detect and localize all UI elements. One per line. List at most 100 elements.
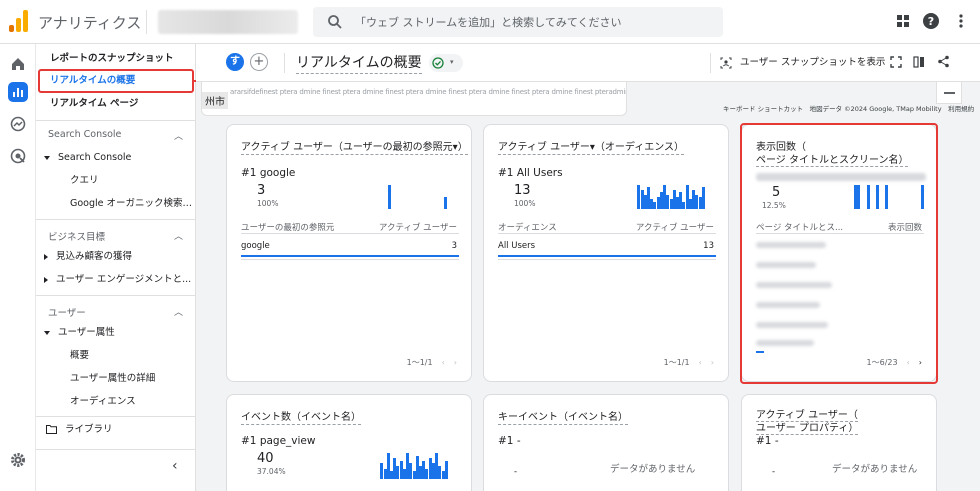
- settings-gear-icon[interactable]: [8, 450, 28, 470]
- chevron-up-icon[interactable]: ︿: [174, 229, 183, 242]
- sparkline-chart: [560, 185, 705, 209]
- nav-item-search-console[interactable]: Search Console: [36, 148, 194, 168]
- sparkline-bar: [444, 460, 448, 479]
- reports-icon[interactable]: [8, 82, 28, 102]
- collapse-nav-chevron-icon[interactable]: ‹: [172, 458, 178, 474]
- divider: [710, 53, 711, 73]
- nav-item-query[interactable]: クエリ: [36, 171, 194, 191]
- row-value: 3: [451, 241, 457, 251]
- account-selector[interactable]: [158, 10, 298, 34]
- map-city-label: 州市: [202, 92, 228, 109]
- search-input[interactable]: [355, 12, 715, 32]
- nav-item-user-attributes[interactable]: ユーザー属性: [36, 323, 194, 343]
- share-icon[interactable]: [937, 55, 950, 68]
- compare-columns-icon[interactable]: [913, 56, 925, 68]
- pagination-label: 1〜1/1: [406, 358, 433, 367]
- nav-item-label: ユーザー エンゲージメントと...: [56, 274, 192, 285]
- divider: [241, 233, 459, 234]
- comparison-avatar[interactable]: す: [226, 53, 244, 71]
- report-header: す + リアルタイムの概要 ▾ ユーザー スナップショットを表示: [196, 44, 980, 82]
- nav-item-library[interactable]: ライブラリ: [36, 420, 194, 440]
- pagination: 1〜1/1 ‹ ›: [664, 357, 714, 368]
- top-percent: 37.04%: [257, 467, 286, 476]
- sparkline-chart: [303, 185, 448, 209]
- nav-group-business[interactable]: ビジネス目標: [48, 229, 105, 243]
- prev-page-icon[interactable]: ‹: [442, 358, 445, 367]
- divider: [36, 295, 196, 296]
- divider: [284, 53, 285, 73]
- explore-icon[interactable]: [8, 114, 28, 134]
- user-snapshot-label: ユーザー スナップショットを表示: [740, 57, 886, 68]
- sparkline-bar: [444, 197, 448, 209]
- person-snapshot-icon: [720, 57, 732, 68]
- nav-item-google-organic[interactable]: Google オーガニック検索レ...: [36, 194, 194, 214]
- search-box[interactable]: [313, 7, 723, 37]
- nav-item-snapshot[interactable]: レポートのスナップショット: [36, 49, 194, 69]
- card-title[interactable]: アクティブ ユーザー（ユーザーの最初の参照元▾）: [241, 141, 468, 155]
- left-rail: [0, 44, 36, 491]
- map-overlay-text: ararsifdefinest ptera dmine finest ptera…: [230, 88, 626, 96]
- nav-item-audience[interactable]: オーディエンス: [36, 392, 194, 412]
- nav-item-label: ライブラリ: [65, 424, 113, 435]
- nav-group-user[interactable]: ユーザー: [48, 305, 86, 319]
- sparkline-chart: [303, 453, 448, 479]
- help-icon[interactable]: ?: [922, 12, 940, 30]
- folder-icon: [46, 425, 57, 434]
- nav-item-user-attr-detail[interactable]: ユーザー属性の詳細: [36, 369, 194, 389]
- add-comparison-button[interactable]: +: [250, 53, 268, 71]
- card-title[interactable]: イベント数（イベント名）: [241, 411, 361, 425]
- card-title[interactable]: アクティブ ユーザー▾（オーディエンス）: [498, 141, 684, 155]
- user-snapshot-button[interactable]: ユーザー スナップショットを表示: [720, 54, 885, 69]
- card-title[interactable]: キーイベント（イベント名）: [498, 411, 628, 425]
- top-rank-label: #1 All Users: [498, 167, 563, 179]
- top-value: -: [772, 467, 776, 477]
- map-card[interactable]: 州市 ararsifdefinest ptera dmine finest pt…: [201, 82, 627, 116]
- divider: [36, 219, 196, 220]
- highlight-realtime-overview: [38, 69, 194, 93]
- fullscreen-icon[interactable]: [890, 56, 902, 68]
- map-zoom-out-button[interactable]: [936, 82, 962, 104]
- row-share-bar: [241, 255, 459, 257]
- column-header: オーディエンス: [498, 223, 557, 233]
- row-share-bar: [498, 255, 716, 257]
- chevron-up-icon[interactable]: ︿: [174, 305, 183, 318]
- card-events: イベント数（イベント名） #1 page_view 40 37.04%: [226, 394, 472, 491]
- sparkline-bar: [387, 185, 391, 209]
- caret-right-icon: [44, 253, 48, 260]
- home-icon[interactable]: [8, 54, 28, 74]
- divider: [498, 233, 716, 234]
- caret-down-icon: [44, 330, 50, 335]
- left-nav: レポートのスナップショット リアルタイムの概要 リアルタイム ページ Searc…: [36, 44, 196, 491]
- more-vert-icon[interactable]: [952, 12, 970, 30]
- divider: [36, 449, 196, 450]
- status-dropdown[interactable]: ▾: [429, 54, 463, 72]
- nav-item-label: 見込み顧客の獲得: [56, 251, 133, 262]
- top-rank-label: #1 google: [241, 167, 296, 179]
- caret-down-icon: [44, 155, 50, 160]
- apps-grid-icon[interactable]: [894, 12, 912, 30]
- card-title-line2: ユーザー プロパティ）: [756, 423, 859, 435]
- sparkline-bar: [701, 187, 705, 209]
- analytics-logo-icon[interactable]: [9, 10, 29, 32]
- nav-item-acquisition[interactable]: 見込み顧客の獲得: [36, 247, 194, 267]
- nav-item-label: ユーザー属性: [58, 327, 115, 338]
- no-data-message: データがありません: [832, 464, 918, 475]
- app-title: アナリティクス: [38, 14, 142, 32]
- nav-item-realtime-page[interactable]: リアルタイム ページ: [36, 94, 194, 114]
- top-rank-label: #1 page_view: [241, 435, 316, 447]
- advertising-icon[interactable]: [8, 146, 28, 166]
- next-page-icon[interactable]: ›: [454, 358, 457, 367]
- map-attribution[interactable]: キーボード ショートカット 地図データ ©2024 Google, TMap M…: [723, 103, 974, 113]
- chevron-up-icon[interactable]: ︿: [174, 129, 183, 142]
- row-label: All Users: [498, 241, 536, 251]
- top-percent: 100%: [514, 199, 536, 208]
- column-header: アクティブ ユーザー: [635, 223, 714, 233]
- next-page-icon[interactable]: ›: [711, 358, 714, 367]
- nav-group-search-console[interactable]: Search Console: [48, 129, 121, 140]
- prev-page-icon[interactable]: ‹: [699, 358, 702, 367]
- nav-item-engagement[interactable]: ユーザー エンゲージメントと...: [36, 270, 194, 290]
- search-icon: [328, 15, 342, 29]
- divider: [146, 10, 147, 34]
- nav-item-overview[interactable]: 概要: [36, 346, 194, 366]
- card-title[interactable]: アクティブ ユーザー（ ユーザー プロパティ）: [756, 409, 859, 435]
